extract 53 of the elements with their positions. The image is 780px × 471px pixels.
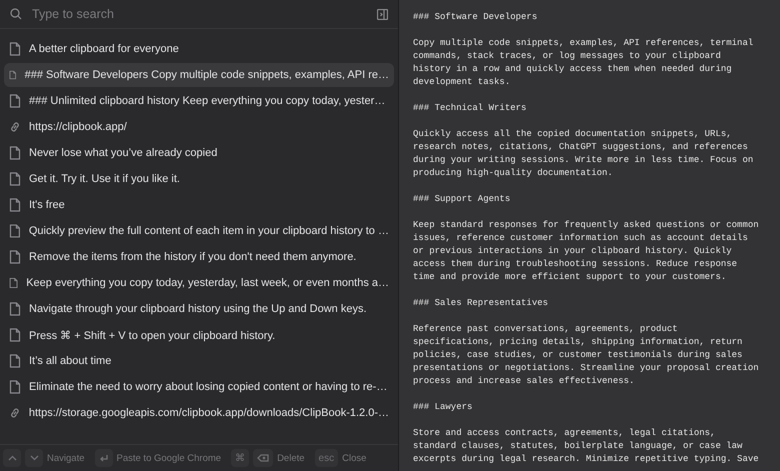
clipboard-item[interactable]: Never lose what you’ve already copied xyxy=(4,141,394,165)
down-key-icon xyxy=(25,449,43,467)
shortcut-label: Close xyxy=(342,452,366,464)
document-icon xyxy=(9,42,21,56)
shortcut-label: Navigate xyxy=(47,452,84,464)
clipboard-item[interactable]: Eliminate the need to worry about losing copied content or having to re-… xyxy=(4,375,394,399)
search-field[interactable]: Type to search xyxy=(30,6,369,22)
clipboard-item[interactable]: Keep everything you copy today, yesterday, last week, or even months a… xyxy=(4,271,394,295)
link-icon xyxy=(9,406,21,420)
document-icon xyxy=(9,94,21,108)
preview-paragraph: Reference past conversations, agreements, product specifications, pricing details, shipping information, return policies, case studies, or customer testimonials during sales presentations or negotiations. Streamline your proposal creation process and increase sales effectiveness. xyxy=(413,323,760,388)
document-icon xyxy=(9,198,21,212)
clipboard-item[interactable]: It's free xyxy=(4,193,394,217)
return-key-icon xyxy=(94,449,112,467)
clipboard-item[interactable]: Remove the items from the history if you don't need them anymore. xyxy=(4,245,394,269)
clipboard-item[interactable]: Navigate through your clipboard history using the Up and Down keys. xyxy=(4,297,394,321)
document-icon xyxy=(9,328,21,342)
document-icon xyxy=(9,146,21,160)
preview-paragraph: ### Sales Representatives xyxy=(413,297,550,310)
delete-key-icon xyxy=(253,449,274,467)
document-icon xyxy=(9,276,18,290)
preview-paragraph: Keep standard responses for frequently asked questions or common issues, reference customer information such as account details or previous interactions in your clipboard history. Quickly access them during troubleshooting sessions. Reduce response time and provide more efficient support to your customers. xyxy=(413,219,760,284)
up-key-icon xyxy=(3,449,21,467)
search-icon xyxy=(10,8,22,20)
sidebar-toggle-icon[interactable] xyxy=(377,8,388,20)
document-icon xyxy=(9,302,21,316)
clipboard-item[interactable]: It’s all about time xyxy=(4,349,394,373)
key-label: ⌘ xyxy=(231,449,250,467)
document-icon xyxy=(9,250,21,264)
clipboard-item[interactable]: Press ⌘ + Shift + V to open your clipboard history. xyxy=(4,323,394,347)
preview-paragraph: Copy multiple code snippets, examples, API references, terminal commands, stack traces, or log messages to your clipboard history in a row and quickly access them when needed during development tasks. xyxy=(413,37,754,89)
preview-paragraph: ### Lawyers xyxy=(413,401,474,414)
document-icon xyxy=(9,172,21,186)
clipboard-item[interactable]: https://clipbook.app/ xyxy=(4,115,394,139)
shortcut-label: Delete xyxy=(277,452,305,464)
document-icon xyxy=(9,68,17,82)
preview-paragraph: Store and access contracts, agreements, legal citations, standard clauses, statutes, boilerplate language, or case law excerpts during legal research. Minimize repetitive typing. Save xyxy=(413,427,760,466)
clipboard-item[interactable]: Quickly preview the full content of each item in your clipboard history to … xyxy=(4,219,394,243)
preview-paragraph: Quickly access all the copied documentation snippets, URLs, research notes, citations, ChatGPT suggestions, and references during your writing sessions. Write more in less time. Focus on producing high-quality documentation. xyxy=(413,128,754,180)
clipboard-item[interactable]: ### Software Developers Copy multiple code snippets, examples, API re… xyxy=(4,63,394,87)
preview-paragraph: ### Technical Writers xyxy=(413,102,528,115)
clipboard-item[interactable]: Get it. Try it. Use it if you like it. xyxy=(4,167,394,191)
key-label: esc xyxy=(314,449,338,467)
shortcut-label: Paste to Google Chrome xyxy=(116,452,222,464)
clipboard-item[interactable]: https://storage.googleapis.com/clipbook.app/downloads/ClipBook-1.2.0-… xyxy=(4,401,394,425)
link-icon xyxy=(9,120,21,134)
document-icon xyxy=(9,354,21,368)
clipboard-item[interactable]: A better clipboard for everyone xyxy=(4,37,394,61)
document-icon xyxy=(9,224,21,238)
preview-paragraph: ### Software Developers xyxy=(413,11,538,24)
document-icon xyxy=(9,380,21,394)
clipboard-item[interactable]: ### Unlimited clipboard history Keep everything you copy today, yester… xyxy=(4,89,394,113)
preview-paragraph: ### Support Agents xyxy=(413,193,512,206)
